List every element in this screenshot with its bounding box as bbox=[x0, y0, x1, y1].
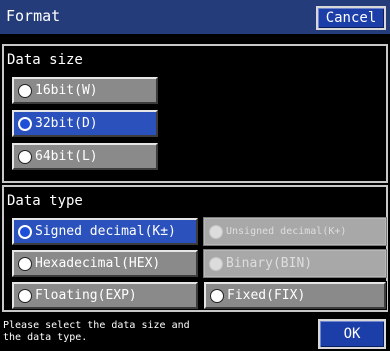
option-signed-decimal[interactable]: Signed decimal(K±) bbox=[11, 217, 199, 246]
option-hexadecimal[interactable]: Hexadecimal(HEX) bbox=[11, 249, 199, 278]
option-floating-label: Floating(EXP) bbox=[35, 288, 137, 303]
radio-icon bbox=[18, 83, 32, 98]
radio-icon bbox=[210, 288, 224, 303]
option-32bit-label: 32bit(D) bbox=[35, 116, 98, 131]
title-bar: Format Cancel bbox=[0, 0, 390, 34]
radio-icon bbox=[209, 224, 223, 239]
option-unsigned-decimal[interactable]: Unsigned decimal(K+) bbox=[203, 217, 387, 246]
option-floating[interactable]: Floating(EXP) bbox=[11, 281, 199, 310]
dialog-title: Format bbox=[6, 7, 61, 25]
option-unsigned-decimal-label: Unsigned decimal(K+) bbox=[226, 226, 347, 237]
option-32bit[interactable]: 32bit(D) bbox=[11, 109, 159, 138]
radio-selected-icon bbox=[18, 224, 32, 239]
option-fixed-label: Fixed(FIX) bbox=[227, 288, 306, 303]
radio-icon bbox=[209, 256, 223, 271]
radio-selected-icon bbox=[18, 116, 32, 131]
data-size-label: Data size bbox=[7, 52, 83, 68]
radio-icon bbox=[18, 149, 32, 164]
radio-icon bbox=[18, 256, 32, 271]
option-binary[interactable]: Binary(BIN) bbox=[203, 249, 387, 278]
option-16bit-label: 16bit(W) bbox=[35, 83, 98, 98]
option-16bit[interactable]: 16bit(W) bbox=[11, 76, 159, 105]
option-64bit-label: 64bit(L) bbox=[35, 149, 98, 164]
option-binary-label: Binary(BIN) bbox=[226, 256, 313, 271]
instruction-line-2: the data type. bbox=[3, 332, 88, 343]
radio-icon bbox=[18, 288, 32, 303]
instruction-message: Please select the data size and the data… bbox=[3, 320, 303, 344]
cancel-button[interactable]: Cancel bbox=[316, 6, 386, 30]
option-signed-decimal-label: Signed decimal(K±) bbox=[35, 224, 176, 239]
instruction-line-1: Please select the data size and bbox=[3, 320, 190, 331]
ok-button[interactable]: OK bbox=[318, 319, 386, 349]
data-type-label: Data type bbox=[7, 193, 83, 209]
option-64bit[interactable]: 64bit(L) bbox=[11, 142, 159, 171]
option-fixed[interactable]: Fixed(FIX) bbox=[203, 281, 387, 310]
option-hexadecimal-label: Hexadecimal(HEX) bbox=[35, 256, 161, 271]
